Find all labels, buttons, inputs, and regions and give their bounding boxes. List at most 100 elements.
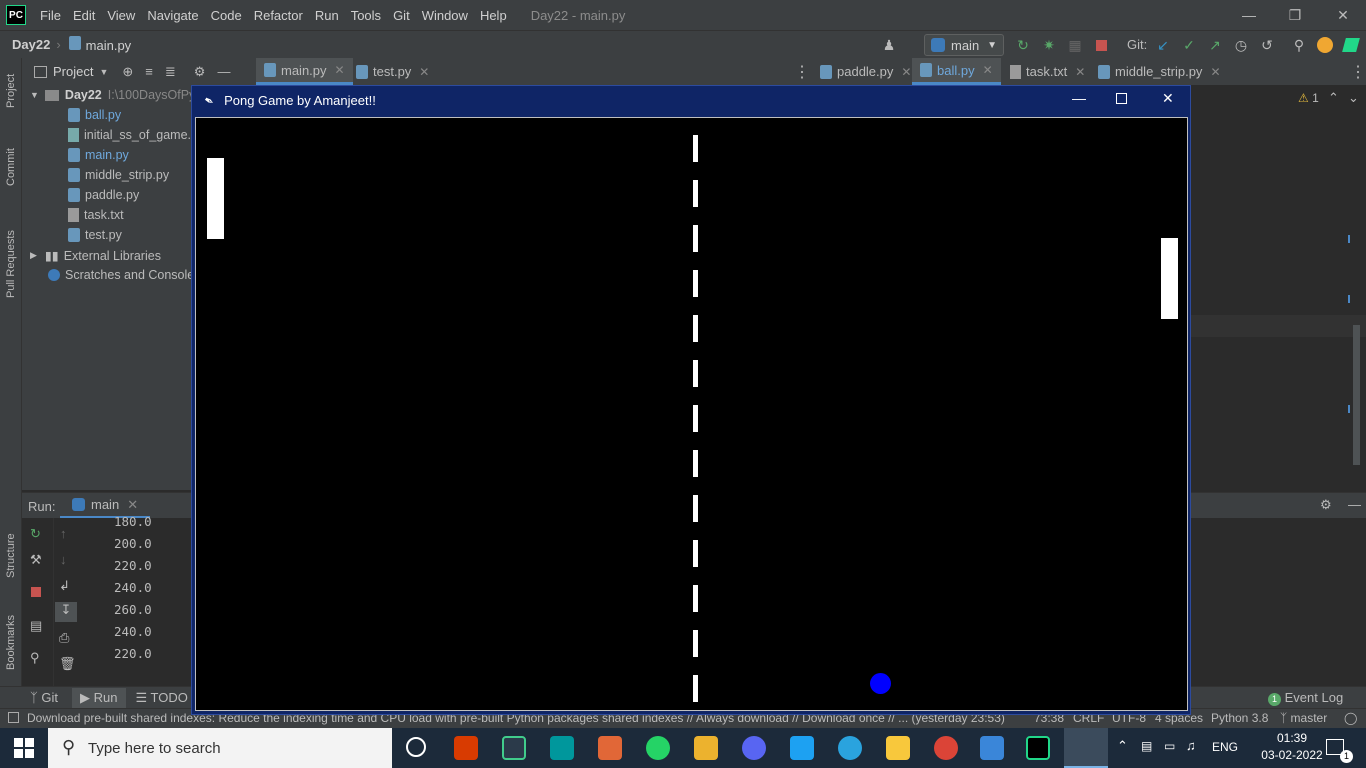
telegram-icon[interactable] <box>838 736 862 760</box>
run-tab[interactable]: ▶ Run <box>72 687 126 708</box>
tab-test-py[interactable]: test.py ✕ <box>348 58 437 85</box>
settings-icon[interactable]: ⚙ <box>1320 497 1332 513</box>
rerun-icon[interactable]: ↻ <box>30 526 41 542</box>
cortana-icon[interactable] <box>406 737 426 757</box>
scroll-to-end-icon[interactable]: ↧ <box>55 602 77 622</box>
status-toggle-icon[interactable] <box>8 712 19 723</box>
tab-paddle-py[interactable]: paddle.py ✕ <box>814 58 917 85</box>
git-tab[interactable]: ᛉ Git <box>30 690 58 705</box>
close-icon[interactable]: ✕ <box>1162 90 1174 107</box>
chevron-up-icon[interactable]: ⌃ <box>1117 738 1128 754</box>
code-editor[interactable]: ⚠ 1 ⌃ ⌄ <box>1190 85 1366 490</box>
git-branch[interactable]: ᛉ master <box>1280 711 1327 725</box>
rollback-icon[interactable]: ↺ <box>1258 36 1276 54</box>
arrow-down-icon[interactable]: ↓ <box>60 552 67 567</box>
stripe-structure[interactable]: Structure <box>5 533 17 578</box>
pin-icon[interactable]: ⚲ <box>30 650 40 666</box>
python-interpreter[interactable]: Python 3.8 <box>1211 711 1268 725</box>
close-icon[interactable]: ✕ <box>1320 0 1366 30</box>
pycharm-icon[interactable] <box>1026 736 1050 760</box>
tree-file-task[interactable]: task.txt <box>68 208 124 222</box>
rerun-icon[interactable]: ↻ <box>1014 36 1032 54</box>
tree-file-main[interactable]: main.py <box>68 148 129 162</box>
soft-wrap-icon[interactable]: ↲ <box>59 578 70 594</box>
python-taskbar-icon[interactable] <box>1064 728 1108 768</box>
git-commit-icon[interactable]: ✓ <box>1180 36 1198 54</box>
restore-icon[interactable]: ❐ <box>1272 0 1318 30</box>
user-icon[interactable]: ♟ <box>880 36 898 54</box>
chevron-up-icon[interactable]: ⌃ <box>1328 90 1339 106</box>
arrow-up-icon[interactable]: ↑ <box>60 526 67 541</box>
discord-icon[interactable] <box>742 736 766 760</box>
whatsapp-icon[interactable] <box>646 736 670 760</box>
tree-external-libraries[interactable]: ▶ ▮▮ External Libraries <box>30 248 161 264</box>
hide-icon[interactable]: — <box>1348 497 1361 512</box>
git-update-icon[interactable]: ↙ <box>1154 36 1172 54</box>
twitter-icon[interactable] <box>790 736 814 760</box>
menu-view[interactable]: View <box>101 8 141 23</box>
tree-file-test[interactable]: test.py <box>68 228 122 242</box>
editor-scrollbar[interactable] <box>1353 325 1360 465</box>
volume-icon[interactable]: ♫ <box>1186 738 1196 753</box>
collapse-all-icon[interactable]: ≣ <box>165 64 176 80</box>
expand-all-icon[interactable]: ≡ <box>145 64 153 79</box>
menu-tools[interactable]: Tools <box>345 8 387 23</box>
stripe-bookmarks[interactable]: Bookmarks <box>5 615 17 670</box>
trash-icon[interactable]: 🗑 <box>59 656 76 672</box>
stripe-project[interactable]: Project <box>5 74 17 108</box>
slack-icon[interactable] <box>694 736 718 760</box>
chevron-down-icon[interactable]: ▼ <box>99 67 108 77</box>
matlab-icon[interactable] <box>598 736 622 760</box>
tree-scratches[interactable]: Scratches and Consoles <box>48 268 192 282</box>
language-indicator[interactable]: ENG <box>1212 740 1238 754</box>
clock-time[interactable]: 01:39 <box>1264 731 1320 745</box>
windows-start-icon[interactable] <box>14 738 34 758</box>
minimize-icon[interactable]: — <box>1226 0 1272 30</box>
layout-icon[interactable]: ▤ <box>30 618 42 634</box>
warnings-indicator[interactable]: ⚠ 1 <box>1298 91 1319 105</box>
minimize-icon[interactable]: — <box>1072 90 1086 106</box>
battery-icon[interactable]: ▭ <box>1164 739 1175 753</box>
tree-file-paddle[interactable]: paddle.py <box>68 188 139 202</box>
more-tabs-icon[interactable]: ⋮ <box>790 58 814 85</box>
menu-code[interactable]: Code <box>205 8 248 23</box>
print-icon[interactable]: ⎙ <box>59 630 69 646</box>
stripe-commit[interactable]: Commit <box>5 148 17 186</box>
search-icon[interactable]: ⚲ <box>1290 36 1308 54</box>
settings-icon[interactable]: ⚙ <box>194 64 206 80</box>
tab-middle-strip-py[interactable]: middle_strip.py ✕ <box>1092 58 1227 85</box>
chrome-icon[interactable] <box>934 736 958 760</box>
debug-icon[interactable]: ✷ <box>1040 36 1058 54</box>
hide-icon[interactable]: — <box>217 64 230 79</box>
update-icon[interactable] <box>1316 36 1334 54</box>
project-view-select[interactable]: Project <box>53 64 93 79</box>
menu-git[interactable]: Git <box>387 8 416 23</box>
menu-run[interactable]: Run <box>309 8 345 23</box>
maximize-icon[interactable] <box>1116 93 1127 104</box>
menu-window[interactable]: Window <box>416 8 474 23</box>
stop-icon[interactable] <box>1092 36 1110 54</box>
arduino-icon[interactable] <box>550 736 574 760</box>
photos-icon[interactable] <box>980 736 1004 760</box>
chevron-down-icon[interactable]: ⌄ <box>1348 90 1359 106</box>
breadcrumb-project[interactable]: Day22 <box>12 37 50 52</box>
locate-icon[interactable]: ⊕ <box>122 64 133 80</box>
tree-file-ball[interactable]: ball.py <box>68 108 121 122</box>
history-icon[interactable]: ◷ <box>1232 36 1250 54</box>
tab-ball-py[interactable]: ball.py ✕ <box>912 58 1001 85</box>
tree-file-middle-strip[interactable]: middle_strip.py <box>68 168 169 182</box>
clock-date[interactable]: 03-02-2022 <box>1258 748 1326 762</box>
git-push-icon[interactable]: ↗ <box>1206 36 1224 54</box>
network-icon[interactable]: ▤ <box>1141 739 1152 753</box>
office-icon[interactable] <box>454 736 478 760</box>
tree-file-initial-ss[interactable]: initial_ss_of_game.p <box>68 128 192 142</box>
file-explorer-icon[interactable] <box>886 736 910 760</box>
tree-root[interactable]: ▼ Day22 I:\100DaysOfPyt <box>30 88 192 102</box>
menu-file[interactable]: File <box>34 8 67 23</box>
tab-menu-icon[interactable]: ⋮ <box>1350 58 1366 85</box>
breadcrumb-file[interactable]: main.py <box>68 36 131 53</box>
lock-icon[interactable]: ◯ <box>1344 711 1357 725</box>
stop-icon[interactable] <box>31 587 41 597</box>
stripe-pull-requests[interactable]: Pull Requests <box>5 230 17 298</box>
menu-help[interactable]: Help <box>474 8 513 23</box>
